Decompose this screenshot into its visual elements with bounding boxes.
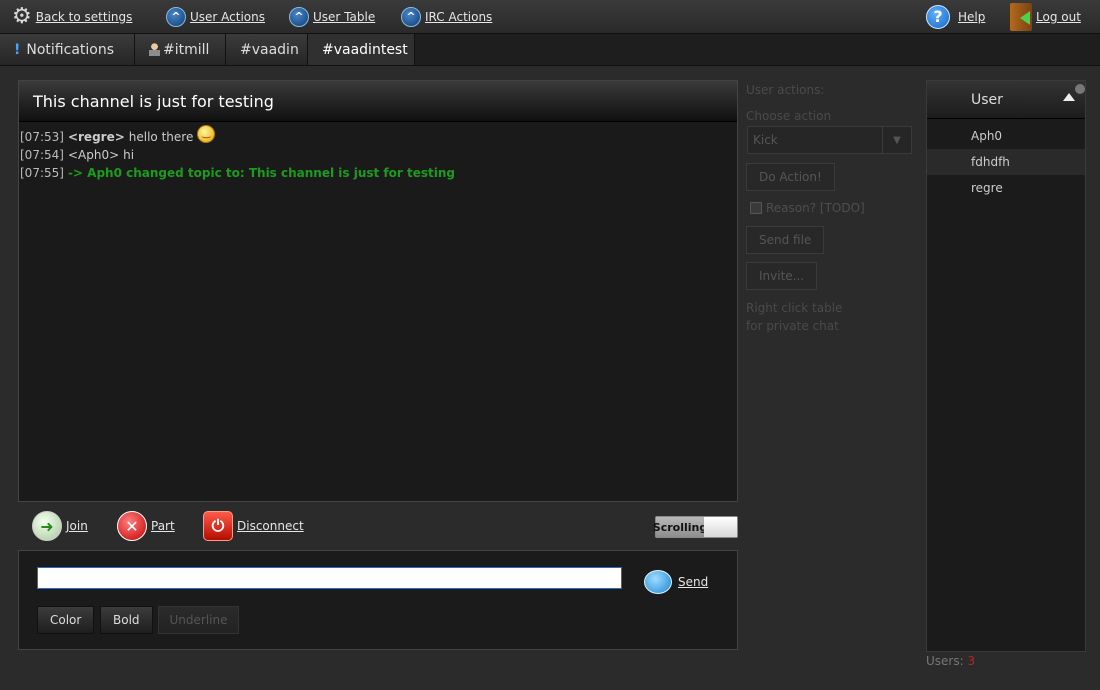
- gear-icon: ⚙: [12, 3, 32, 29]
- user-table-link[interactable]: ^ User Table: [289, 0, 375, 33]
- users-count: Users: 3: [926, 654, 975, 668]
- scrolling-label: Scrolling: [653, 517, 707, 537]
- door-exit-icon: [1010, 2, 1032, 31]
- scrolling-toggle[interactable]: Scrolling: [653, 516, 738, 538]
- message-text: hi: [123, 148, 135, 162]
- user-actions-link[interactable]: ^ User Actions: [166, 0, 265, 33]
- user-name: fdhdfh: [971, 155, 1010, 169]
- part-label[interactable]: Part: [151, 519, 175, 533]
- user-icon: [149, 43, 160, 56]
- running-man-icon: ➜: [32, 511, 62, 541]
- message-time: [07:54]: [20, 148, 64, 162]
- send-label[interactable]: Send: [678, 575, 708, 589]
- message-time: [07:55]: [20, 166, 64, 180]
- top-toolbar: ⚙ Back to settings ^ User Actions ^ User…: [0, 0, 1100, 34]
- join-button[interactable]: ➜ Join: [32, 510, 88, 542]
- user-table-header[interactable]: User: [927, 81, 1085, 119]
- user-table: User Aph0 fdhdfh regre: [926, 80, 1086, 652]
- irc-actions-link[interactable]: ^ IRC Actions: [401, 0, 492, 33]
- help-label[interactable]: Help: [958, 10, 985, 24]
- message-input[interactable]: [37, 567, 622, 589]
- sort-ascending-icon: [1063, 93, 1075, 101]
- chevron-up-icon: ^: [401, 6, 421, 27]
- join-label[interactable]: Join: [66, 519, 88, 533]
- close-icon: ✕: [117, 511, 147, 541]
- user-table-label[interactable]: User Table: [313, 10, 375, 24]
- chat-message-topic-change: [07:55] -> Aph0 changed topic to: This c…: [19, 164, 737, 182]
- toggle-knob[interactable]: [704, 517, 737, 537]
- chevron-down-icon[interactable]: ▼: [882, 127, 911, 153]
- table-row[interactable]: Aph0: [927, 123, 1085, 149]
- back-to-settings-link[interactable]: ⚙ Back to settings: [12, 0, 132, 33]
- bold-button[interactable]: Bold: [100, 606, 153, 634]
- tab-vaadin[interactable]: #vaadin: [226, 34, 308, 65]
- message-text: -> Aph0 changed topic to: This channel i…: [67, 166, 455, 180]
- user-name: regre: [971, 181, 1003, 195]
- send-file-button[interactable]: Send file: [746, 226, 825, 254]
- message-compose-panel: Send Color Bold Underline: [18, 550, 738, 650]
- chat-message: [07:53] <regre> hello there ‿: [19, 125, 737, 146]
- tab-notifications[interactable]: ! Notifications: [0, 34, 135, 65]
- disconnect-button[interactable]: ⏻ Disconnect: [203, 510, 304, 542]
- message-log[interactable]: [07:53] <regre> hello there ‿ [07:54] <A…: [19, 122, 737, 182]
- reason-checkbox[interactable]: Reason? [TODO]: [750, 201, 865, 215]
- action-select-value: Kick: [753, 133, 778, 147]
- table-row[interactable]: regre: [927, 175, 1085, 201]
- help-link[interactable]: ? Help: [926, 0, 985, 33]
- choose-action-label: Choose action: [746, 109, 832, 123]
- users-count-value: 3: [967, 654, 976, 668]
- help-icon: ?: [926, 4, 950, 29]
- action-select[interactable]: Kick ▼: [747, 126, 912, 154]
- tab-label: Notifications: [26, 41, 115, 58]
- tab-label: #vaadin: [240, 41, 299, 58]
- message-nick: <regre>: [67, 130, 125, 144]
- user-name: Aph0: [971, 129, 1003, 143]
- disconnect-label[interactable]: Disconnect: [237, 519, 304, 533]
- do-action-button[interactable]: Do Action!: [746, 163, 835, 191]
- smiley-icon: ‿: [197, 125, 216, 143]
- channel-topic: This channel is just for testing: [19, 81, 737, 122]
- part-button[interactable]: ✕ Part: [117, 510, 175, 542]
- chevron-up-icon: ^: [289, 6, 309, 27]
- chat-message: [07:54] <Aph0> hi: [19, 146, 737, 164]
- invite-button[interactable]: Invite...: [746, 262, 818, 290]
- speech-bubble-icon: [644, 570, 672, 594]
- underline-button[interactable]: Underline: [158, 606, 239, 634]
- user-actions-title: User actions:: [746, 83, 825, 97]
- hint-line-2: for private chat: [746, 319, 839, 333]
- color-button[interactable]: Color: [37, 606, 95, 634]
- exclamation-icon: !: [14, 41, 21, 58]
- message-time: [07:53]: [20, 130, 64, 144]
- power-icon: ⏻: [203, 511, 233, 541]
- table-row[interactable]: fdhdfh: [927, 149, 1085, 175]
- user-actions-label[interactable]: User Actions: [190, 10, 265, 24]
- tab-vaadintest[interactable]: #vaadintest: [308, 34, 415, 65]
- checkbox[interactable]: [750, 202, 762, 214]
- users-count-label: Users:: [926, 654, 964, 668]
- message-text: hello there: [128, 130, 194, 144]
- channel-tabs: ! Notifications #itmill #vaadin #vaadint…: [0, 34, 1100, 66]
- log-out-link[interactable]: Log out: [1010, 0, 1081, 33]
- chevron-up-icon: ^: [166, 6, 186, 27]
- column-menu-icon[interactable]: [1075, 84, 1085, 94]
- channel-panel: This channel is just for testing [07:53]…: [18, 80, 738, 502]
- back-to-settings-label[interactable]: Back to settings: [36, 10, 133, 24]
- tab-itmill[interactable]: #itmill: [135, 34, 226, 65]
- send-button[interactable]: Send: [644, 567, 708, 597]
- user-column-header[interactable]: User: [971, 92, 1003, 108]
- message-nick: <Aph0>: [67, 148, 120, 162]
- log-out-label[interactable]: Log out: [1036, 10, 1081, 24]
- irc-actions-label[interactable]: IRC Actions: [425, 10, 492, 24]
- reason-label: Reason? [TODO]: [766, 201, 865, 215]
- hint-line-1: Right click table: [746, 301, 843, 315]
- tab-label: #itmill: [163, 41, 210, 58]
- tab-label: #vaadintest: [322, 41, 408, 58]
